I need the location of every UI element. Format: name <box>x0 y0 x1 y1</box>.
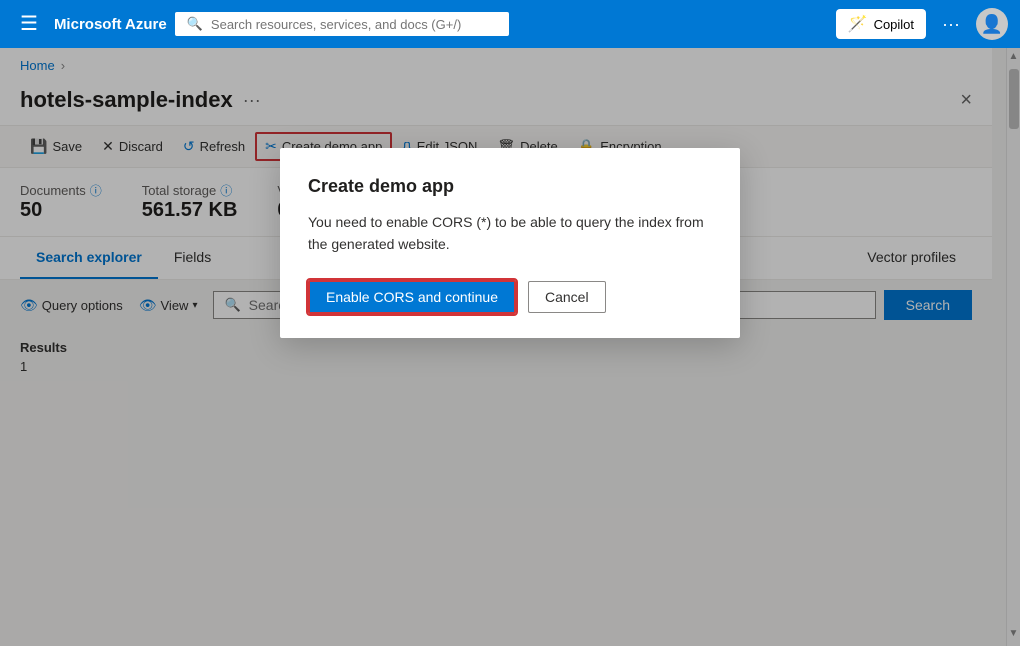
enable-cors-button[interactable]: Enable CORS and continue <box>308 280 516 314</box>
copilot-button[interactable]: 🪄 Copilot <box>836 9 926 39</box>
modal-actions: Enable CORS and continue Cancel <box>308 280 712 314</box>
modal-body: You need to enable CORS (*) to be able t… <box>308 211 712 256</box>
topbar: ☰ Microsoft Azure 🔍 🪄 Copilot ··· 👤 <box>0 0 1020 48</box>
avatar[interactable]: 👤 <box>976 8 1008 40</box>
content-area: Home › hotels-sample-index ··· × 💾 Save … <box>0 48 992 646</box>
main-area: Home › hotels-sample-index ··· × 💾 Save … <box>0 48 1020 646</box>
dots-icon: ··· <box>942 14 960 34</box>
copilot-label: Copilot <box>874 17 914 32</box>
modal-overlay: Create demo app You need to enable CORS … <box>0 48 992 646</box>
more-options-button[interactable]: ··· <box>934 10 968 39</box>
modal: Create demo app You need to enable CORS … <box>280 148 740 338</box>
brand-label: Microsoft Azure <box>54 16 167 33</box>
modal-title: Create demo app <box>308 176 712 197</box>
global-search-box: 🔍 <box>175 12 509 36</box>
hamburger-menu-button[interactable]: ☰ <box>12 10 46 38</box>
cancel-button[interactable]: Cancel <box>528 281 606 313</box>
global-search-input[interactable] <box>211 17 497 32</box>
copilot-icon: 🪄 <box>848 14 868 34</box>
search-icon: 🔍 <box>187 16 203 32</box>
